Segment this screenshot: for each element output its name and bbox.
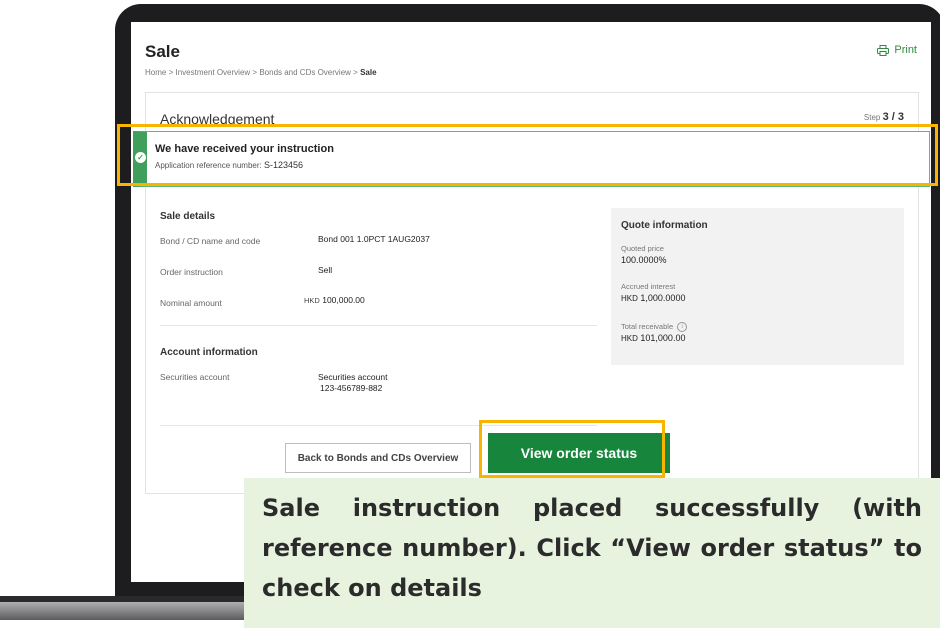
info-icon[interactable]: i: [677, 322, 688, 333]
nominal-amount: 100,000.00: [322, 295, 365, 305]
accrued-interest-value: HKD 1,000.0000: [621, 293, 685, 303]
callout-text: Sale instruction placed successfully (wi…: [262, 494, 922, 602]
quote-heading: Quote information: [621, 220, 708, 231]
breadcrumb-current: Sale: [360, 68, 377, 77]
step-prefix: Step: [863, 113, 881, 122]
step-indicator: Step 3 / 3: [864, 111, 904, 123]
bond-name-value: Bond 001 1.0PCT 1AUG2037: [318, 234, 430, 244]
instruction-callout: Sale instruction placed successfully (wi…: [244, 478, 940, 628]
banner-highlight-frame: [117, 124, 938, 186]
order-instruction-label: Order instruction: [160, 267, 223, 277]
nominal-amount-value: HKD 100,000.00: [304, 295, 365, 305]
breadcrumb-investment-overview[interactable]: Investment Overview: [175, 68, 250, 77]
order-instruction-value: Sell: [318, 265, 333, 275]
total-currency: HKD: [621, 334, 638, 343]
securities-account-type: Securities account: [318, 372, 388, 382]
account-info-heading: Account information: [160, 347, 258, 358]
laptop-base-edge: [0, 596, 260, 602]
accrued-interest-label: Accrued interest: [621, 282, 676, 291]
breadcrumb-home[interactable]: Home: [145, 68, 166, 77]
quoted-price-label: Quoted price: [621, 244, 664, 253]
breadcrumb-separator: >: [353, 68, 358, 77]
sale-details-heading: Sale details: [160, 211, 216, 222]
step-value: 3 / 3: [882, 111, 904, 123]
bond-name-label: Bond / CD name and code: [160, 236, 261, 246]
quote-panel: Quote information Quoted price 100.0000%…: [611, 208, 904, 365]
print-label: Print: [894, 44, 917, 56]
nominal-currency: HKD: [304, 296, 320, 305]
total-amount: 101,000.00: [640, 333, 686, 343]
breadcrumb-bonds-overview[interactable]: Bonds and CDs Overview: [259, 68, 351, 77]
breadcrumb: Home > Investment Overview > Bonds and C…: [145, 68, 377, 77]
total-receivable-value: HKD 101,000.00: [621, 333, 685, 343]
accrued-currency: HKD: [621, 294, 638, 303]
accrued-amount: 1,000.0000: [640, 293, 686, 303]
print-link[interactable]: Print: [877, 44, 917, 56]
total-receivable-label-row: Total receivable i: [621, 322, 688, 333]
printer-icon: [877, 44, 890, 56]
section-divider: [160, 325, 597, 326]
page-title: Sale: [145, 42, 180, 61]
nominal-amount-label: Nominal amount: [160, 298, 222, 308]
breadcrumb-separator: >: [252, 68, 258, 77]
button-highlight-frame: [479, 420, 665, 478]
securities-account-label: Securities account: [160, 372, 230, 382]
securities-account-number: 123-456789-882: [320, 383, 383, 393]
total-receivable-label: Total receivable: [621, 322, 674, 331]
quoted-price-value: 100.0000%: [621, 255, 667, 265]
breadcrumb-separator: >: [168, 68, 174, 77]
back-to-overview-button[interactable]: Back to Bonds and CDs Overview: [285, 443, 471, 473]
